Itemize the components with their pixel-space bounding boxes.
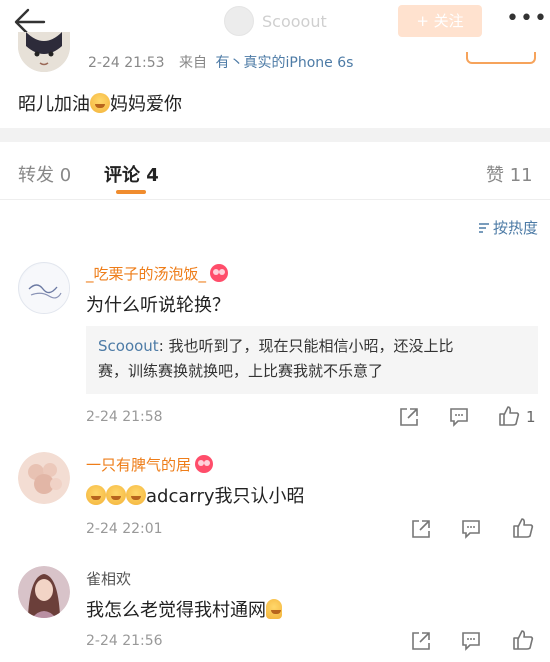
emoji-face-icon [90, 93, 110, 113]
commenter-avatar[interactable] [18, 566, 70, 618]
commenter-avatar[interactable] [18, 262, 70, 314]
comment-item: 雀相欢 我怎么老觉得我村通网 2-24 21:56 [0, 556, 550, 662]
comment-time: 2-24 22:01 [86, 521, 163, 537]
post-source-link[interactable]: 有丶真实的iPhone 6s [215, 55, 353, 71]
member-badge-icon [195, 455, 214, 473]
header-user[interactable]: Scooout [224, 6, 327, 36]
sort-icon [478, 223, 489, 233]
reply-text-1: 我也听到了，现在只能相信小昭，还没上比 [168, 337, 454, 355]
post-text-part1: 昭儿加油 [18, 94, 90, 115]
sort-bar: 按热度 [0, 200, 550, 252]
comment-text: adcarry我只认小昭 [86, 482, 305, 508]
comment-text: 我怎么老觉得我村通网 [86, 596, 282, 622]
more-options-icon[interactable]: ••• [506, 6, 548, 31]
sort-by-hot-button[interactable]: 按热度 [478, 217, 538, 238]
emoji-face-icon [126, 485, 146, 505]
active-tab-indicator [116, 190, 146, 194]
commenter-name-text: 一只有脾气的居 [86, 456, 192, 474]
like-icon[interactable] [498, 405, 520, 427]
commenter-name[interactable]: _吃栗子的汤泡饭_ [86, 263, 229, 284]
share-icon[interactable] [398, 406, 420, 428]
commenter-name-text: _吃栗子的汤泡饭_ [86, 265, 207, 283]
comment-reply-icon[interactable] [460, 630, 482, 652]
like-icon[interactable] [512, 629, 534, 651]
like-icon[interactable] [512, 517, 534, 539]
reply-line-1: Scooout: 我也听到了，现在只能相信小昭，还没上比 [98, 337, 454, 355]
follow-outline [466, 52, 536, 64]
tab-repost[interactable]: 转发 0 [18, 161, 71, 187]
tab-like[interactable]: 赞 11 [486, 161, 533, 187]
post-author-avatar[interactable] [18, 32, 70, 72]
header-username: Scooout [262, 11, 327, 31]
commenter-name-text: 雀相欢 [86, 570, 132, 588]
member-badge-icon [210, 264, 229, 282]
comment-text: 为什么听说轮换？ [86, 295, 230, 316]
like-count: 1 [526, 408, 536, 426]
post-tabs: 转发 0 评论 4 赞 11 [0, 142, 550, 200]
sort-label: 按热度 [492, 219, 538, 237]
reply-box[interactable]: Scooout: 我也听到了，现在只能相信小昭，还没上比 赛，训练赛换就换吧，上… [86, 326, 538, 394]
reply-text-2: 赛，训练赛换就换吧，上比赛我就不乐意了 [98, 362, 384, 380]
commenter-name[interactable]: 雀相欢 [86, 568, 131, 589]
share-icon[interactable] [410, 518, 432, 540]
reply-author[interactable]: Scooout [98, 337, 159, 355]
top-bar: Scooout + 关注 ••• [0, 0, 550, 44]
post-meta: 2-24 21:53 来自 有丶真实的iPhone 6s [88, 52, 353, 72]
emoji-face-icon [106, 485, 126, 505]
post-text: 昭儿加油 妈妈爱你 [18, 90, 182, 116]
commenter-avatar[interactable] [18, 452, 70, 504]
comment-time: 2-24 21:56 [86, 633, 163, 649]
header-avatar [224, 6, 254, 36]
emoji-face-icon [86, 485, 106, 505]
comment-text-body: 我怎么老觉得我村通网 [86, 600, 266, 621]
post-source-prefix: 来自 [179, 55, 208, 71]
share-icon[interactable] [410, 630, 432, 652]
emoji-sweat-icon [266, 599, 282, 619]
post-text-part2: 妈妈爱你 [110, 94, 182, 115]
comment-time: 2-24 21:58 [86, 409, 163, 425]
follow-button[interactable]: + 关注 [398, 5, 482, 37]
section-divider [0, 128, 550, 142]
post-time: 2-24 21:53 [88, 55, 165, 71]
commenter-name[interactable]: 一只有脾气的居 [86, 454, 214, 475]
tab-comment[interactable]: 评论 4 [104, 161, 159, 187]
comment-item: _吃栗子的汤泡饭_ 为什么听说轮换？ Scooout: 我也听到了，现在只能相信… [0, 252, 550, 440]
comment-reply-icon[interactable] [460, 518, 482, 540]
comment-text-body: adcarry我只认小昭 [146, 486, 305, 507]
comment-reply-icon[interactable] [448, 406, 470, 428]
post-header: 2-24 21:53 来自 有丶真实的iPhone 6s [0, 32, 550, 84]
comment-item: 一只有脾气的居 adcarry我只认小昭 2-24 22:01 [0, 444, 550, 554]
